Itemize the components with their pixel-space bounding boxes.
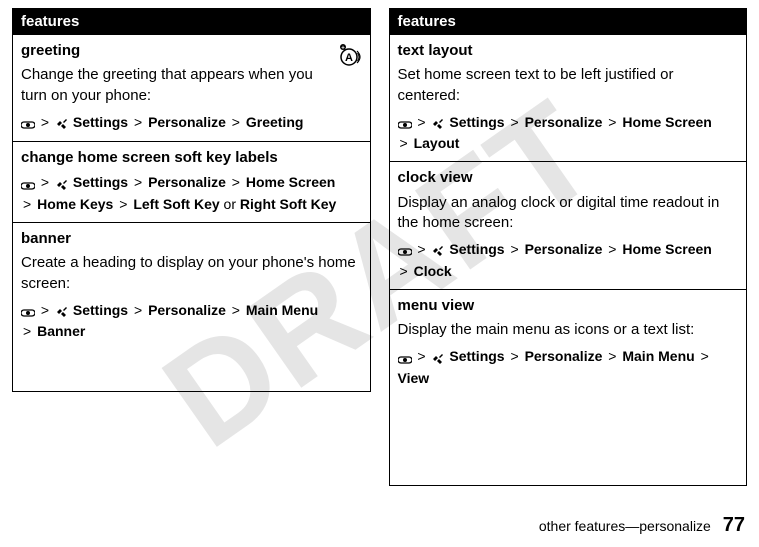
cell-title: greeting (21, 41, 362, 61)
path-or: or (224, 196, 236, 212)
path-settings: Settings (73, 302, 128, 318)
path-mainmenu: Main Menu (246, 302, 318, 318)
path-settings: Settings (449, 114, 504, 130)
sep: > (606, 241, 618, 257)
cell-title: text layout (398, 41, 739, 61)
center-key-icon (21, 301, 35, 321)
cell-body: Display an analog clock or digital time … (398, 193, 739, 234)
sep: > (508, 114, 520, 130)
sep: > (230, 174, 242, 190)
sep: > (415, 241, 427, 257)
cell-body: Create a heading to display on your phon… (21, 253, 362, 294)
cell-body: Change the greeting that appears when yo… (21, 65, 362, 106)
path-mainmenu: Main Menu (622, 348, 694, 364)
tools-icon (431, 240, 445, 260)
cell-title: menu view (398, 296, 739, 316)
page-columns: features + A greeting Change the greetin… (0, 0, 759, 486)
path-settings: Settings (73, 114, 128, 130)
cell-title: change home screen soft key labels (21, 148, 362, 168)
center-key-icon (21, 174, 35, 194)
sep: > (132, 114, 144, 130)
footer-text: other features—personalize (539, 518, 711, 534)
tools-icon (55, 301, 69, 321)
center-key-icon (21, 113, 35, 133)
cell-title: clock view (398, 168, 739, 188)
page-number: 77 (723, 514, 745, 536)
nav-path: > Settings > Personalize > Main Menu > V… (398, 346, 739, 388)
sep: > (230, 114, 242, 130)
sep: > (508, 348, 520, 364)
path-banner: Banner (37, 323, 85, 339)
path-view: View (398, 370, 430, 386)
sep: > (606, 114, 618, 130)
sep: > (415, 348, 427, 364)
path-personalize: Personalize (525, 114, 603, 130)
center-key-icon (398, 348, 412, 368)
tools-icon (55, 113, 69, 133)
path-layout: Layout (414, 135, 460, 151)
path-personalize: Personalize (525, 241, 603, 257)
path-clock: Clock (414, 263, 452, 279)
cell-menuview: menu view Display the main menu as icons… (390, 289, 747, 396)
path-settings: Settings (449, 241, 504, 257)
sep: > (699, 348, 711, 364)
sep: > (39, 302, 51, 318)
right-header: features (390, 9, 747, 34)
sep: > (508, 241, 520, 257)
center-key-icon (398, 240, 412, 260)
nav-path: > Settings > Personalize > Greeting (21, 112, 362, 133)
path-personalize: Personalize (525, 348, 603, 364)
cell-title: banner (21, 229, 362, 249)
path-settings: Settings (73, 174, 128, 190)
cell-clockview: clock view Display an analog clock or di… (390, 161, 747, 288)
nav-path: > Settings > Personalize > Home Screen >… (398, 239, 739, 281)
nav-path: > Settings > Personalize > Main Menu > B… (21, 300, 362, 342)
cell-body: Display the main menu as icons or a text… (398, 320, 739, 340)
sep: > (132, 302, 144, 318)
sep: > (21, 323, 33, 339)
sep: > (606, 348, 618, 364)
cell-textlayout: text layout Set home screen text to be l… (390, 34, 747, 161)
svg-text:A: A (345, 52, 353, 64)
sep: > (39, 114, 51, 130)
path-leftsoft: Left Soft Key (133, 196, 219, 212)
path-homescreen: Home Screen (622, 114, 711, 130)
path-homescreen: Home Screen (622, 241, 711, 257)
path-personalize: Personalize (148, 114, 226, 130)
right-column: features text layout Set home screen tex… (389, 8, 748, 486)
path-personalize: Personalize (148, 174, 226, 190)
sep: > (117, 196, 129, 212)
nav-path: > Settings > Personalize > Home Screen >… (398, 112, 739, 154)
tools-icon (431, 113, 445, 133)
path-homekeys: Home Keys (37, 196, 113, 212)
tools-icon (431, 348, 445, 368)
left-header: features (13, 9, 370, 34)
path-settings: Settings (449, 348, 504, 364)
left-column: features + A greeting Change the greetin… (12, 8, 371, 392)
center-key-icon (398, 113, 412, 133)
network-a-icon: + A (336, 43, 362, 73)
cell-body: Set home screen text to be left justifie… (398, 65, 739, 106)
nav-path: > Settings > Personalize > Home Screen >… (21, 172, 362, 214)
cell-banner: banner Create a heading to display on yo… (13, 222, 370, 349)
page-footer: other features—personalize 77 (539, 514, 745, 537)
sep: > (230, 302, 242, 318)
tools-icon (55, 174, 69, 194)
cell-softkey: change home screen soft key labels > Set… (13, 141, 370, 222)
path-homescreen: Home Screen (246, 174, 335, 190)
sep: > (415, 114, 427, 130)
sep: > (21, 196, 33, 212)
path-personalize: Personalize (148, 302, 226, 318)
sep: > (398, 135, 410, 151)
sep: > (132, 174, 144, 190)
sep: > (398, 263, 410, 279)
sep: > (39, 174, 51, 190)
path-rightsoft: Right Soft Key (240, 196, 336, 212)
path-greeting: Greeting (246, 114, 304, 130)
cell-greeting: + A greeting Change the greeting that ap… (13, 34, 370, 141)
